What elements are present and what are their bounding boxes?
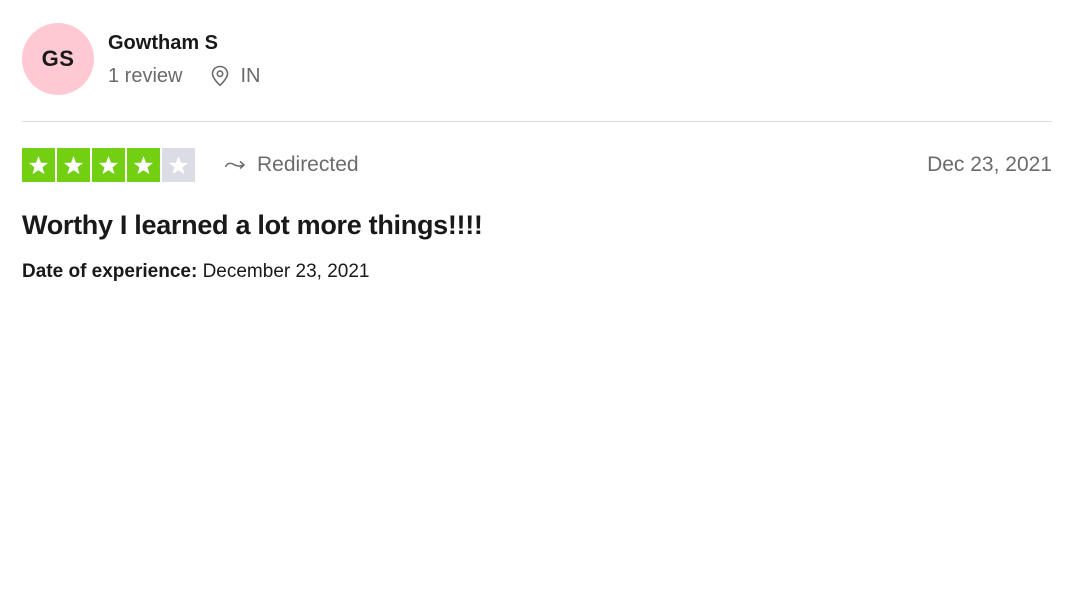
star-icon: [63, 155, 84, 174]
redirect-arrow-icon: [224, 160, 246, 170]
star-icon: [98, 155, 119, 174]
consumer-meta: 1 review IN: [108, 65, 260, 87]
avatar[interactable]: GS: [22, 23, 94, 95]
star-icon: [133, 155, 154, 174]
star-5: [162, 148, 195, 182]
star-icon: [28, 155, 49, 174]
redirected-text: Redirected: [257, 153, 359, 176]
experience-label: Date of experience:: [22, 261, 198, 282]
consumer-name-link[interactable]: Gowtham S: [108, 31, 260, 55]
consumer-country: IN: [210, 65, 260, 87]
star-3: [92, 148, 125, 182]
star-2: [57, 148, 90, 182]
star-1: [22, 148, 55, 182]
divider: [22, 121, 1052, 122]
review-card: GS Gowtham S 1 review IN Redirected Dec …: [22, 22, 1052, 282]
star-4: [127, 148, 160, 182]
star-icon: [168, 155, 189, 174]
redirected-label[interactable]: Redirected: [224, 153, 359, 177]
avatar-initials: GS: [41, 46, 75, 71]
experience-date: December 23, 2021: [202, 261, 370, 282]
rating-row: Redirected Dec 23, 2021: [22, 148, 1052, 182]
country-code: IN: [240, 65, 261, 87]
star-rating: [22, 148, 198, 182]
consumer-details: Gowtham S 1 review IN: [108, 23, 260, 95]
consumer-info: GS Gowtham S 1 review IN: [22, 22, 1052, 96]
location-pin-icon: [212, 65, 229, 87]
review-count: 1 review: [108, 65, 183, 87]
review-title[interactable]: Worthy I learned a lot more things!!!!: [22, 208, 483, 242]
date-of-experience: Date of experience: December 23, 2021: [22, 260, 369, 284]
review-date: Dec 23, 2021: [927, 153, 1052, 176]
